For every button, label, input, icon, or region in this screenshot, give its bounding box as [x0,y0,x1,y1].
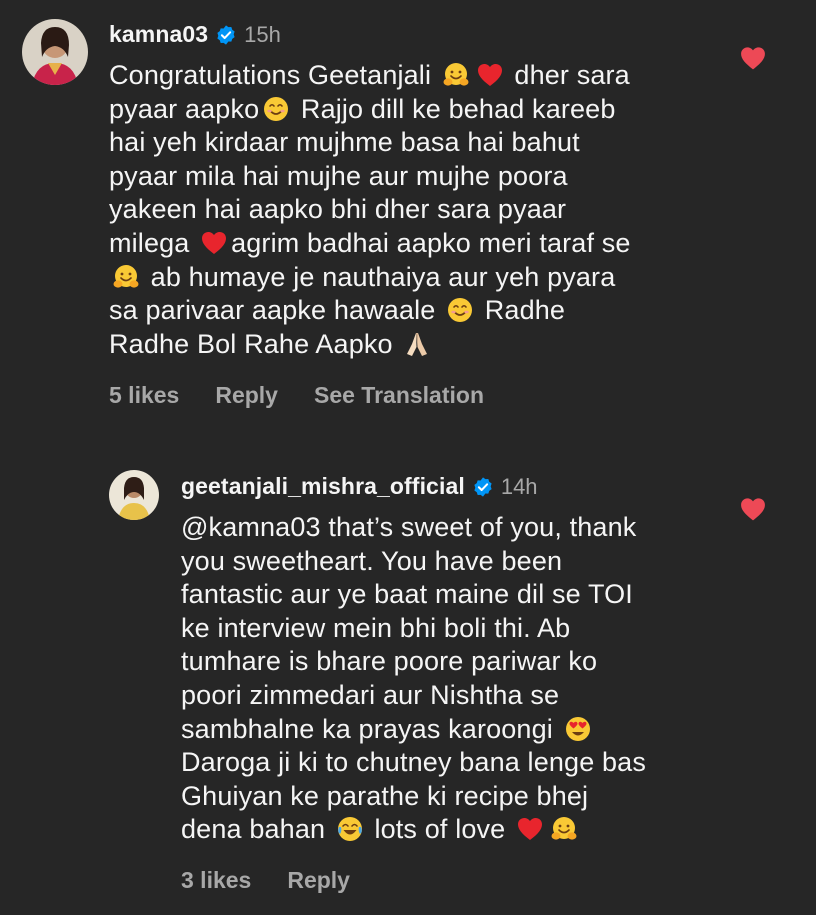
comment-line: poori zimmedari aur Nishtha se [181,679,646,713]
comment-line: Congratulations Geetanjali dher sara [109,59,631,93]
comment-line: hai yeh kirdaar mujhme basa hai bahut [109,126,631,160]
tears-of-joy-emoji [336,815,364,843]
comment-text-segment: agrim badhai aapko meri taraf se [231,227,631,258]
comment-text-segment: Rajjo dill ke behad kareeb [293,93,616,124]
heart-icon[interactable] [740,497,766,521]
smiling-face-emoji [446,296,474,324]
red-heart-emoji [516,815,544,843]
comment-line: fantastic aur ye baat maine dil se TOI [181,578,646,612]
comment-text-segment: hai yeh kirdaar mujhme basa hai bahut [109,127,580,158]
comment-line: ke interview mein bhi boli thi. Ab [181,612,646,646]
reply-button[interactable]: Reply [215,382,278,409]
reply-button[interactable]: Reply [287,867,350,894]
comment-line: pyaar aapko Rajjo dill ke behad kareeb [109,93,631,127]
verified-badge-icon [474,476,492,497]
verified-badge-icon [217,24,235,45]
comment-text-segment: yakeen hai aapko bhi dher sara pyaar [109,194,567,225]
comment-line: Radhe Bol Rahe Aapko [109,328,631,362]
comment-line: Ghuiyan ke parathe ki recipe bhej [181,780,646,814]
comment-text-segment: lots of love [366,814,513,845]
avatar-kamna03[interactable] [22,19,88,85]
comment-line: sambhalne ka prayas karoongi [181,713,646,747]
comment-text-segment: dher sara [506,60,630,90]
comment-username[interactable]: geetanjali_mishra_official [181,473,465,500]
comment-text: Congratulations Geetanjali dher sara pyaa… [109,59,631,361]
comment-text-segment: poori zimmedari aur Nishtha se [181,679,560,710]
comment-line: dena bahan lots of love [181,813,646,847]
hugging-face-emoji [550,815,578,843]
likes-count[interactable]: 5 likes [109,382,179,409]
comment-text-segment: sa parivaar aapke hawaale [109,295,444,326]
comment-timestamp: 15h [244,21,281,47]
comment-line: pyaar mila hai mujhe aur mujhe poora [109,160,631,194]
comment-text-segment: ke interview mein bhi boli thi. Ab [181,612,571,643]
comment-text-segment: Ghuiyan ke parathe ki recipe bhej [181,780,589,811]
comment-text-segment: Radhe [477,295,566,326]
see-translation-button[interactable]: See Translation [314,382,484,409]
comment-text-segment: sambhalne ka prayas karoongi [181,713,561,744]
comment-line: sa parivaar aapke hawaale Radhe [109,294,631,328]
comment-line: ab humaye je nauthaiya aur yeh pyara [109,261,631,295]
comment-line: milega agrim badhai aapko meri taraf se [109,227,631,261]
likes-count[interactable]: 3 likes [181,867,251,894]
comment-line: Daroga ji ki to chutney bana lenge bas [181,746,646,780]
comment-text-segment: pyaar mila hai mujhe aur mujhe poora [109,160,568,191]
red-heart-emoji [476,61,504,89]
comment-line: @kamna03 that’s sweet of you, thank [181,511,646,545]
comment-text: @kamna03 that’s sweet of you, thank you s… [181,511,646,847]
heart-icon[interactable] [740,46,766,70]
red-heart-emoji [200,229,228,257]
hugging-face-emoji [112,263,140,291]
comment-username[interactable]: kamna03 [109,21,208,48]
comment-text-segment: Radhe Bol Rahe Aapko [109,328,401,359]
comment-text-segment: dena bahan [181,814,333,845]
comment-line: tumhare is bhare poore pariwar ko [181,645,646,679]
comment-line: yakeen hai aapko bhi dher sara pyaar [109,193,631,227]
comment-text-segment: @kamna03 that’s sweet of you, thank [181,512,637,542]
comment-text-segment: ab humaye je nauthaiya aur yeh pyara [143,261,616,292]
comment-text-segment: pyaar aapko [109,93,260,124]
comment-text-segment: Congratulations Geetanjali [109,60,439,90]
heart-eyes-emoji [564,715,592,743]
comment-timestamp: 14h [500,473,538,499]
comment-text-segment: tumhare is bhare poore pariwar ko [181,646,598,677]
folded-hands-emoji [403,330,431,358]
comment-text-segment: you sweetheart. You have been [181,545,563,576]
avatar-geetanjali[interactable] [109,470,159,520]
smiling-face-emoji [262,95,290,123]
comment-line: you sweetheart. You have been [181,545,646,579]
comment-text-segment: fantastic aur ye baat maine dil se TOI [181,579,633,610]
hugging-face-emoji [442,61,470,89]
comment-text-segment: milega [109,227,198,258]
comment-text-segment: Daroga ji ki to chutney bana lenge bas [181,747,647,778]
